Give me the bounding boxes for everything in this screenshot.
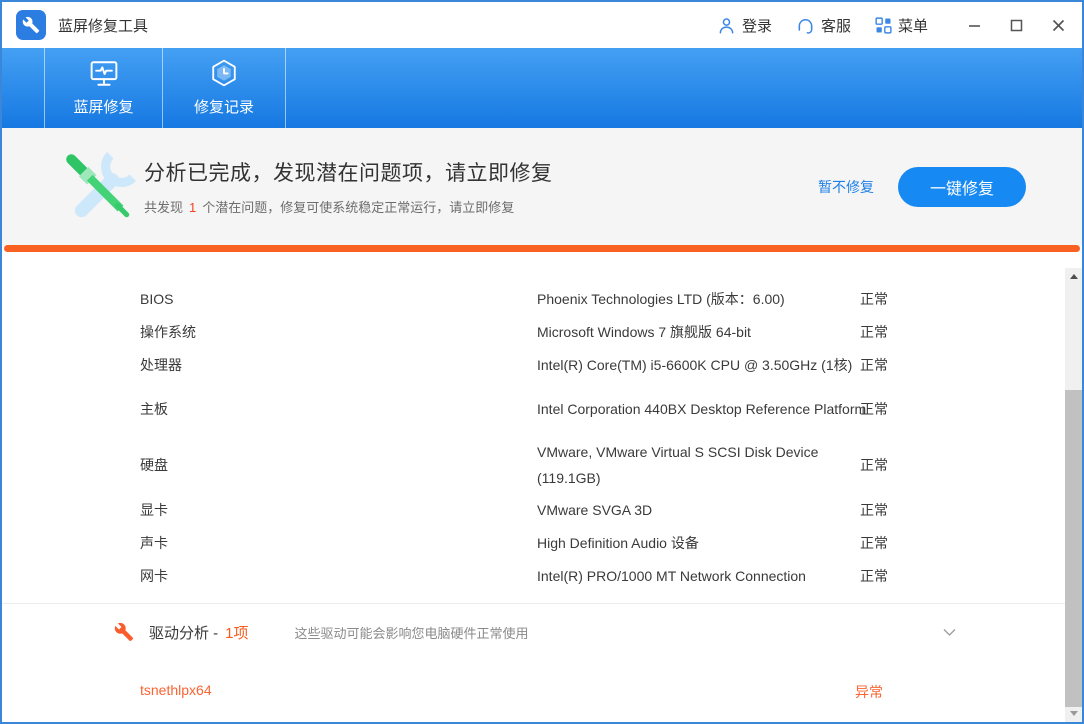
scroll-up-button[interactable] — [1065, 268, 1082, 285]
table-row: 显卡 VMware SVGA 3D 正常 — [140, 493, 1082, 526]
vertical-scrollbar[interactable] — [1065, 268, 1082, 722]
menu-button[interactable]: 菜单 — [875, 15, 928, 36]
issue-count: 1 — [189, 200, 196, 215]
hw-label: 硬盘 — [140, 455, 537, 475]
driver-name: tsnethlpx64 — [140, 682, 855, 702]
table-row: 网卡 Intel(R) PRO/1000 MT Network Connecti… — [140, 559, 1082, 592]
nav-spacer — [2, 48, 45, 128]
nav-bar: 蓝屏修复 修复记录 — [2, 48, 1082, 128]
status-badge: 正常 — [860, 322, 920, 342]
scrollbar-thumb[interactable] — [1065, 390, 1082, 707]
triangle-up-icon — [1070, 274, 1078, 279]
hardware-table: BIOS Phoenix Technologies LTD (版本：6.00) … — [2, 252, 1082, 592]
titlebar-actions: 登录 客服 菜单 — [717, 15, 1066, 36]
hw-label: 声卡 — [140, 533, 537, 553]
table-row: 主板 Intel Corporation 440BX Desktop Refer… — [140, 381, 1082, 437]
app-logo — [16, 10, 46, 40]
status-badge: 正常 — [860, 289, 920, 309]
table-row: 硬盘 VMware, VMware Virtual S SCSI Disk De… — [140, 437, 1082, 493]
status-badge: 正常 — [860, 355, 920, 375]
wrench-logo-icon — [22, 16, 40, 34]
driver-issue-count: 1项 — [225, 622, 248, 643]
app-title: 蓝屏修复工具 — [58, 15, 148, 36]
driver-item-row: tsnethlpx64 异常 — [2, 660, 1082, 702]
summary-actions: 暂不修复 一键修复 — [818, 167, 1026, 207]
status-badge: 正常 — [860, 500, 920, 520]
tab-bluescreen-repair[interactable]: 蓝屏修复 — [45, 48, 163, 128]
table-row: 操作系统 Microsoft Windows 7 旗舰版 64-bit 正常 — [140, 315, 1082, 348]
support-button[interactable]: 客服 — [796, 15, 851, 36]
login-label: 登录 — [742, 15, 772, 36]
tab-repair-history-label: 修复记录 — [194, 96, 254, 117]
scroll-down-button[interactable] — [1065, 705, 1082, 722]
table-row: 处理器 Intel(R) Core(TM) i5-6600K CPU @ 3.5… — [140, 348, 1082, 381]
orange-divider — [4, 245, 1080, 252]
grid-menu-icon — [875, 17, 892, 34]
table-row: 声卡 High Definition Audio 设备 正常 — [140, 526, 1082, 559]
title-bar: 蓝屏修复工具 登录 客服 菜单 — [2, 2, 1082, 48]
summary-subtitle: 共发现 1 个潜在问题，修复可使系统稳定正常运行，请立即修复 — [144, 197, 553, 216]
user-icon — [717, 16, 736, 35]
monitor-pulse-icon — [89, 60, 119, 87]
driver-analysis-description: 这些驱动可能会影响您电脑硬件正常使用 — [295, 623, 529, 642]
hw-value: Phoenix Technologies LTD (版本：6.00) — [537, 286, 872, 312]
driver-analysis-section: 驱动分析 - 1项 这些驱动可能会影响您电脑硬件正常使用 tsnethlpx64… — [2, 603, 1082, 702]
hw-value: VMware, VMware Virtual S SCSI Disk Devic… — [537, 439, 872, 491]
app-window: 蓝屏修复工具 登录 客服 菜单 — [0, 0, 1084, 724]
hw-value: High Definition Audio 设备 — [537, 530, 872, 556]
chevron-down-icon[interactable] — [943, 628, 956, 637]
headset-icon — [796, 16, 815, 35]
maximize-button[interactable] — [1008, 17, 1024, 33]
summary-sub-suffix: 个潜在问题，修复可使系统稳定正常运行，请立即修复 — [202, 200, 514, 215]
hw-label: 显卡 — [140, 500, 537, 520]
table-row: BIOS Phoenix Technologies LTD (版本：6.00) … — [140, 282, 1082, 315]
close-button[interactable] — [1050, 17, 1066, 33]
window-controls — [966, 17, 1066, 33]
scan-results: BIOS Phoenix Technologies LTD (版本：6.00) … — [2, 252, 1082, 702]
minimize-button[interactable] — [966, 17, 982, 33]
login-button[interactable]: 登录 — [717, 15, 772, 36]
summary-text: 分析已完成，发现潜在问题项，请立即修复 共发现 1 个潜在问题，修复可使系统稳定正常… — [144, 157, 553, 216]
hw-label: 主板 — [140, 399, 537, 419]
status-badge: 正常 — [860, 566, 920, 586]
summary-sub-prefix: 共发现 — [144, 200, 183, 215]
skip-repair-link[interactable]: 暂不修复 — [818, 177, 874, 197]
tab-repair-history[interactable]: 修复记录 — [163, 48, 286, 128]
support-label: 客服 — [821, 15, 851, 36]
tools-icon — [58, 146, 140, 228]
hw-label: BIOS — [140, 291, 537, 307]
hw-value: Intel(R) Core(TM) i5-6600K CPU @ 3.50GHz… — [537, 352, 872, 378]
one-click-fix-button[interactable]: 一键修复 — [898, 167, 1026, 207]
tab-bluescreen-repair-label: 蓝屏修复 — [73, 96, 133, 117]
hw-label: 网卡 — [140, 566, 537, 586]
driver-analysis-title: 驱动分析 - — [149, 622, 218, 643]
status-badge: 异常 — [855, 682, 883, 702]
status-badge: 正常 — [860, 533, 920, 553]
hw-value: Intel(R) PRO/1000 MT Network Connection — [537, 563, 872, 589]
triangle-down-icon — [1070, 711, 1078, 716]
hw-label: 操作系统 — [140, 322, 537, 342]
hw-value: Microsoft Windows 7 旗舰版 64-bit — [537, 319, 872, 345]
hexagon-clock-icon — [210, 59, 238, 87]
driver-analysis-header[interactable]: 驱动分析 - 1项 这些驱动可能会影响您电脑硬件正常使用 — [2, 604, 1082, 660]
menu-label: 菜单 — [898, 15, 928, 36]
wrench-icon — [114, 622, 134, 642]
hw-value: Intel Corporation 440BX Desktop Referenc… — [537, 396, 872, 422]
summary-title: 分析已完成，发现潜在问题项，请立即修复 — [144, 157, 553, 187]
status-badge: 正常 — [860, 455, 920, 475]
status-badge: 正常 — [860, 399, 920, 419]
hw-label: 处理器 — [140, 355, 537, 375]
analysis-summary: 分析已完成，发现潜在问题项，请立即修复 共发现 1 个潜在问题，修复可使系统稳定正常… — [2, 128, 1082, 245]
hw-value: VMware SVGA 3D — [537, 497, 872, 523]
